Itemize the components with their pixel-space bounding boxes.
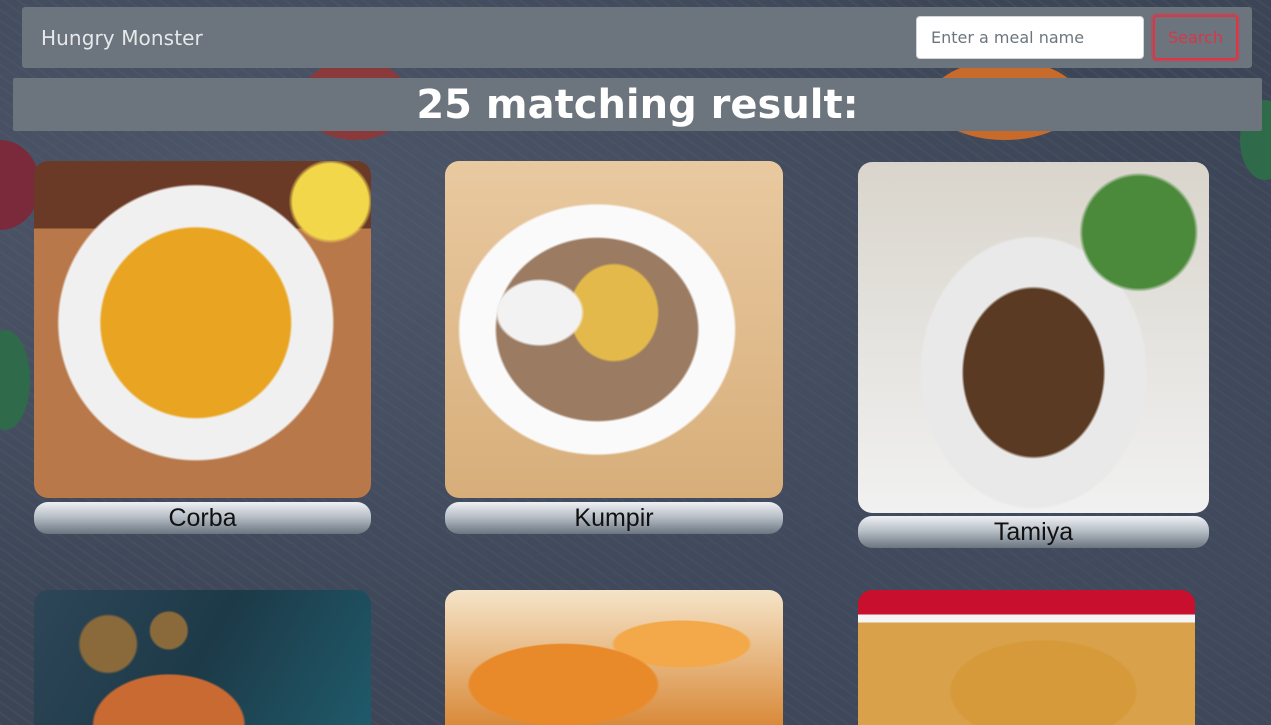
search-input[interactable] bbox=[916, 16, 1144, 59]
meal-image[interactable] bbox=[445, 161, 783, 498]
meal-image[interactable] bbox=[34, 161, 371, 498]
search-form: Search bbox=[916, 15, 1238, 60]
meal-image[interactable] bbox=[445, 590, 783, 725]
meal-image[interactable] bbox=[858, 162, 1209, 513]
results-heading-bar: 25 matching result: bbox=[13, 78, 1262, 131]
search-button[interactable]: Search bbox=[1153, 15, 1238, 60]
meal-name: Tamiya bbox=[858, 516, 1209, 548]
background-decoration bbox=[0, 330, 30, 430]
meal-image[interactable] bbox=[858, 590, 1195, 725]
results-heading: 25 matching result: bbox=[416, 81, 859, 128]
meal-name: Kumpir bbox=[445, 502, 783, 534]
meal-name: Corba bbox=[34, 502, 371, 534]
navbar: Hungry Monster Search bbox=[22, 7, 1252, 68]
meal-image[interactable] bbox=[34, 590, 371, 725]
brand-title[interactable]: Hungry Monster bbox=[41, 26, 203, 50]
